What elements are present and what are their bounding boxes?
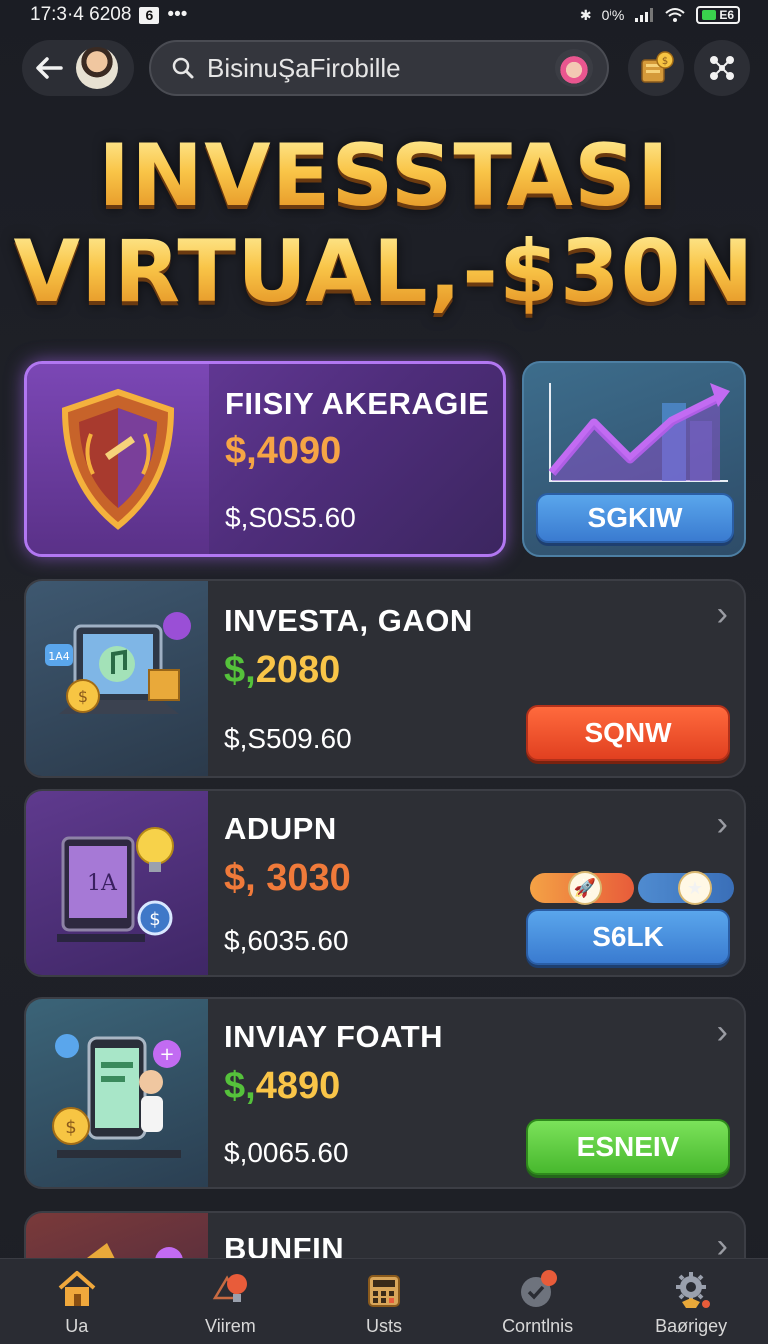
- card-1-price-prefix: $,: [224, 649, 256, 691]
- status-left: 17:3·4 6208 6 •••: [30, 4, 187, 26]
- card-1-title: INVESTA, GAON: [224, 603, 473, 638]
- svg-text:$: $: [149, 909, 160, 930]
- hero-title-line-1: INVESSTASI: [0, 128, 768, 224]
- card-2-title: ADUPN: [224, 811, 337, 846]
- home-icon[interactable]: [54, 1266, 100, 1312]
- nav-label-ideas[interactable]: Viirem: [205, 1316, 256, 1337]
- search-value[interactable]: BisinuŞaFirobille: [207, 53, 543, 84]
- featured-thumbnail: [27, 364, 209, 554]
- search-input[interactable]: BisinuŞaFirobille: [149, 40, 609, 96]
- card-1-action-button[interactable]: SQNW: [526, 705, 730, 761]
- battery-fill: [702, 10, 717, 20]
- featured-title: FIISIY AKERAGIE: [225, 386, 490, 421]
- status-bar: 17:3·4 6208 6 ••• ✱ 0ⁱ% E6: [0, 0, 768, 30]
- card-1-sub-value: $,S509.60: [224, 723, 352, 754]
- back-button[interactable]: [22, 40, 134, 96]
- status-dots: •••: [167, 4, 188, 25]
- card-3-price-prefix: $,: [224, 1065, 256, 1107]
- card-3-sub-value: $,0065.60: [224, 1137, 349, 1168]
- svg-text:1A4: 1A4: [48, 650, 70, 663]
- coins-icon[interactable]: $: [636, 48, 676, 88]
- card-2-thumbnail: 1A $: [26, 791, 208, 975]
- card-1-thumbnail: $ 1A4: [26, 581, 208, 776]
- gear-icon[interactable]: [668, 1266, 714, 1312]
- card-2-sub-value: $,6035.60: [224, 925, 349, 956]
- nav-item-settings[interactable]: Baørigey: [616, 1266, 766, 1337]
- card-2-toggle-left[interactable]: 🚀: [530, 871, 634, 905]
- nav-item-ideas[interactable]: Viirem: [155, 1266, 305, 1337]
- nav-item-calc[interactable]: Usts: [309, 1266, 459, 1337]
- card-1-chevron-icon[interactable]: ›: [717, 595, 728, 634]
- battery-icon: E6: [696, 6, 740, 24]
- coins-button[interactable]: $: [628, 40, 684, 96]
- bluetooth-icon: ✱: [579, 6, 592, 23]
- hero-title-line-2: VIRTUAL,-$30N: [0, 224, 768, 320]
- star-icon[interactable]: ★: [678, 871, 712, 905]
- card-3-title: INVIAY FOATH: [224, 1019, 444, 1054]
- featured-sub-value: $,S0S5.60: [225, 502, 356, 533]
- card-1-price: $,2080: [224, 649, 340, 692]
- featured-price: $,4090: [225, 430, 342, 472]
- trend-chart-icon: [548, 383, 730, 482]
- phone-person-icon: $ +: [52, 1034, 181, 1158]
- nav-item-contracts[interactable]: Corntlnis: [463, 1266, 613, 1337]
- chart-card-button[interactable]: SGKIW: [536, 493, 734, 543]
- notification-badge: 6: [139, 6, 160, 24]
- card-3-price: $,4890: [224, 1065, 340, 1108]
- profile-avatar-icon[interactable]: [555, 49, 593, 87]
- wifi-icon: [665, 8, 685, 22]
- search-icon: [172, 57, 194, 79]
- status-right: ✱ 0ⁱ% E6: [580, 6, 740, 24]
- nav-label-contracts[interactable]: Corntlnis: [502, 1316, 573, 1337]
- nav-label-home[interactable]: Ua: [65, 1316, 88, 1337]
- nav-label-settings[interactable]: Baørigey: [655, 1316, 727, 1337]
- share-network-button[interactable]: [694, 40, 750, 96]
- svg-text:+: +: [159, 1044, 174, 1065]
- card-2-price: $, 3030: [224, 857, 351, 899]
- top-bar: BisinuŞaFirobille $: [22, 40, 750, 96]
- chart-card[interactable]: SGKIW: [522, 361, 746, 557]
- signal-icon: [635, 8, 654, 22]
- laptop-music-icon: $ 1A4: [45, 611, 191, 714]
- card-2-action-button[interactable]: S6LK: [526, 909, 730, 965]
- back-arrow-icon[interactable]: [34, 56, 64, 80]
- featured-investment-card[interactable]: FIISIY AKERAGIE $,4090 $,S0S5.60: [24, 361, 506, 557]
- card-3-thumbnail: $ +: [26, 999, 208, 1187]
- card-3-action-button[interactable]: ESNEIV: [526, 1119, 730, 1175]
- battery-text: E6: [719, 8, 734, 22]
- card-2-toggle-right[interactable]: ★: [638, 871, 734, 905]
- nav-label-calc[interactable]: Usts: [366, 1316, 402, 1337]
- hero-title: INVESSTASI VIRTUAL,-$30N: [0, 128, 768, 320]
- bottom-navigation: Ua Viirem Usts Corntlnis Baørigey: [0, 1258, 768, 1344]
- check-badge-icon[interactable]: [515, 1266, 561, 1312]
- signal-text: 0ⁱ%: [601, 6, 625, 23]
- nav-item-home[interactable]: Ua: [2, 1266, 152, 1337]
- network-icon[interactable]: [706, 52, 738, 84]
- investment-card-2[interactable]: 1A $ › ADUPN $, 3030 $,6035.60 🚀 ★ S6LK: [24, 789, 746, 977]
- calculator-icon[interactable]: [361, 1266, 407, 1312]
- user-avatar[interactable]: [76, 47, 118, 89]
- rocket-icon[interactable]: 🚀: [568, 871, 602, 905]
- lightbulb-icon[interactable]: [207, 1266, 253, 1312]
- investment-card-1[interactable]: $ 1A4 › INVESTA, GAON $,2080 $,S509.60 S…: [24, 579, 746, 778]
- shield-icon: [61, 388, 175, 530]
- svg-text:$: $: [65, 1117, 76, 1138]
- card-1-price-value: 2080: [255, 649, 341, 691]
- investment-card-3[interactable]: $ + › INVIAY FOATH $,4890 $,0065.60 ESNE…: [24, 997, 746, 1189]
- card-3-chevron-icon[interactable]: ›: [717, 1013, 728, 1052]
- card-2-chevron-icon[interactable]: ›: [717, 805, 728, 844]
- svg-text:1A: 1A: [87, 871, 118, 896]
- card-3-price-value: 4890: [255, 1065, 341, 1107]
- svg-text:$: $: [78, 687, 88, 706]
- tablet-lightbulb-icon: 1A $: [57, 827, 174, 942]
- status-time: 17:3·4 6208: [30, 4, 132, 25]
- svg-text:$: $: [662, 56, 668, 67]
